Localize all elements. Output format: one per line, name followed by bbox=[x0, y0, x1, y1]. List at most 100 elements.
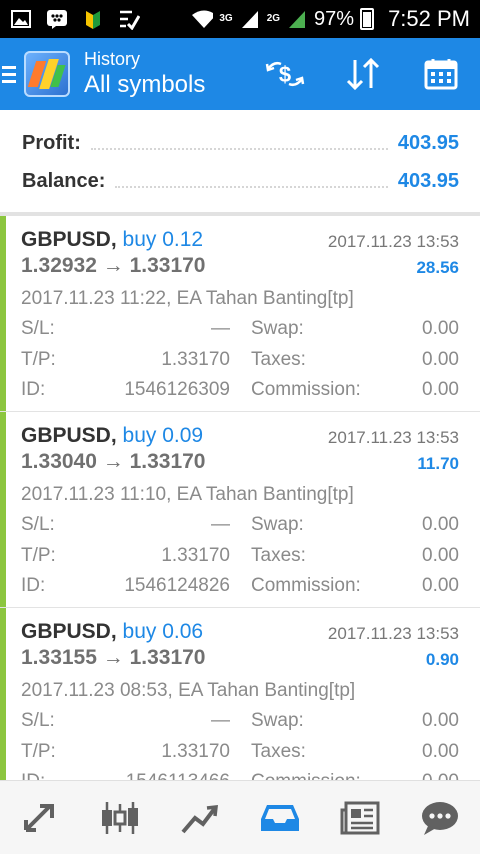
battery-percent: 97% bbox=[314, 7, 355, 30]
sl-value: — bbox=[211, 514, 230, 535]
app-screen: 3G 2G 97% 7:52 PM History All symbols $ bbox=[0, 0, 480, 854]
taxes-label: Taxes: bbox=[251, 545, 306, 566]
profit-value: 403.95 bbox=[397, 131, 459, 154]
history-summary: Profit: 403.95 Balance: 403.95 bbox=[0, 110, 480, 214]
swap-value: 0.00 bbox=[422, 318, 459, 339]
deal-open-info: 2017.11.23 08:53, EA Tahan Banting[tp] bbox=[21, 680, 356, 701]
deal-symbol-line: GBPUSD, buy 0.12 bbox=[21, 228, 203, 252]
taxes-value: 0.00 bbox=[422, 741, 459, 762]
chat-icon[interactable] bbox=[400, 781, 480, 854]
wifi-icon bbox=[191, 8, 214, 30]
swap-value: 0.00 bbox=[422, 514, 459, 535]
checklist-icon bbox=[118, 8, 140, 30]
id-value: 1546124826 bbox=[124, 575, 230, 596]
swap-value: 0.00 bbox=[422, 710, 459, 731]
deal-side-volume: buy 0.09 bbox=[122, 424, 204, 447]
deal-close-time: 2017.11.23 13:53 bbox=[327, 428, 459, 447]
sl-label: S/L: bbox=[21, 514, 55, 535]
history-icon[interactable] bbox=[240, 781, 320, 854]
deal-profit: 0.90 bbox=[425, 650, 459, 669]
clock: 7:52 PM bbox=[388, 6, 470, 31]
deal-side-volume: buy 0.06 bbox=[122, 620, 204, 643]
title-block[interactable]: History All symbols bbox=[84, 48, 205, 100]
deal-symbol-line: GBPUSD, buy 0.06 bbox=[21, 620, 203, 644]
signal-icon bbox=[286, 8, 308, 30]
deal-prices: 1.33155 → 1.33170 bbox=[21, 646, 206, 669]
commission-value: 0.00 bbox=[422, 379, 459, 400]
currency-exchange-icon[interactable]: $ bbox=[246, 38, 324, 110]
deal-profit: 28.56 bbox=[416, 258, 459, 277]
id-label: ID: bbox=[21, 575, 46, 596]
id-value: 1546113466 bbox=[100, 771, 230, 780]
menu-icon[interactable] bbox=[2, 65, 16, 83]
tp-label: T/P: bbox=[21, 349, 56, 370]
sl-label: S/L: bbox=[21, 318, 55, 339]
network-2g-label: 2G bbox=[266, 13, 281, 24]
commission-label: Commission: bbox=[251, 771, 361, 780]
taxes-value: 0.00 bbox=[422, 545, 459, 566]
metatrader-logo[interactable] bbox=[24, 51, 70, 97]
taxes-label: Taxes: bbox=[251, 349, 306, 370]
dotted-leader bbox=[115, 174, 388, 188]
id-label: ID: bbox=[21, 379, 46, 400]
screen-title: All symbols bbox=[84, 71, 206, 98]
tp-value: 1.33170 bbox=[161, 545, 230, 566]
commission-value: 0.00 bbox=[422, 575, 459, 596]
id-value: 1546126309 bbox=[124, 379, 230, 400]
quotes-icon[interactable] bbox=[0, 781, 80, 854]
trade-icon[interactable] bbox=[160, 781, 240, 854]
sl-value: — bbox=[211, 318, 230, 339]
screen-subtitle: History bbox=[84, 49, 141, 69]
tp-label: T/P: bbox=[21, 741, 56, 762]
taxes-label: Taxes: bbox=[251, 741, 306, 762]
commission-value: 0.00 bbox=[370, 771, 459, 780]
deal-open-info: 2017.11.23 11:22, EA Tahan Banting[tp] bbox=[21, 288, 354, 309]
deal-symbol: GBPUSD, bbox=[21, 424, 117, 447]
image-icon bbox=[10, 8, 32, 30]
bbm-icon bbox=[46, 8, 68, 30]
signal-icon bbox=[239, 8, 261, 30]
taxes-value: 0.00 bbox=[422, 349, 459, 370]
deal-item[interactable]: GBPUSD, buy 0.12 2017.11.23 13:53 1.3293… bbox=[0, 216, 480, 412]
tp-value: 1.33170 bbox=[161, 741, 230, 762]
deal-indicator-bar bbox=[0, 216, 6, 411]
sort-icon[interactable] bbox=[324, 38, 402, 110]
deal-open-info: 2017.11.23 11:10, EA Tahan Banting[tp] bbox=[21, 484, 354, 505]
deal-side-volume: buy 0.12 bbox=[122, 228, 204, 251]
deal-indicator-bar bbox=[0, 412, 6, 607]
app-bar: History All symbols $ bbox=[0, 38, 480, 110]
deal-symbol: GBPUSD, bbox=[21, 228, 117, 251]
deal-close-time: 2017.11.23 13:53 bbox=[327, 232, 459, 251]
commission-label: Commission: bbox=[251, 379, 361, 400]
deals-list[interactable]: GBPUSD, buy 0.12 2017.11.23 13:53 1.3293… bbox=[0, 216, 480, 780]
deal-close-time: 2017.11.23 13:53 bbox=[327, 624, 459, 643]
shoshinsha-icon bbox=[82, 8, 104, 30]
sl-value: — bbox=[211, 710, 230, 731]
deal-item[interactable]: GBPUSD, buy 0.09 2017.11.23 13:53 1.3304… bbox=[0, 412, 480, 608]
deal-prices: 1.33040 → 1.33170 bbox=[21, 450, 206, 473]
bottom-navigation bbox=[0, 780, 480, 854]
deal-indicator-bar bbox=[0, 608, 6, 780]
swap-label: Swap: bbox=[251, 514, 304, 535]
news-icon[interactable] bbox=[320, 781, 400, 854]
calendar-icon[interactable] bbox=[402, 38, 480, 110]
chart-icon[interactable] bbox=[80, 781, 160, 854]
balance-value: 403.95 bbox=[397, 169, 459, 192]
swap-label: Swap: bbox=[251, 318, 304, 339]
profit-label: Profit: bbox=[22, 131, 81, 154]
tp-label: T/P: bbox=[21, 545, 56, 566]
balance-row: Balance: 403.95 bbox=[22, 166, 459, 196]
deal-item[interactable]: GBPUSD, buy 0.06 2017.11.23 13:53 1.3315… bbox=[0, 608, 480, 780]
deal-symbol-line: GBPUSD, buy 0.09 bbox=[21, 424, 203, 448]
swap-label: Swap: bbox=[251, 710, 304, 731]
network-3g-label: 3G bbox=[219, 13, 233, 24]
status-bar: 3G 2G 97% 7:52 PM bbox=[0, 0, 480, 38]
balance-label: Balance: bbox=[22, 169, 106, 192]
svg-text:$: $ bbox=[279, 62, 291, 87]
deal-profit: 11.70 bbox=[417, 454, 459, 473]
sl-label: S/L: bbox=[21, 710, 55, 731]
dotted-leader bbox=[90, 136, 388, 150]
profit-row: Profit: 403.95 bbox=[22, 128, 459, 158]
deal-symbol: GBPUSD, bbox=[21, 620, 117, 643]
id-label: ID: bbox=[21, 771, 45, 780]
